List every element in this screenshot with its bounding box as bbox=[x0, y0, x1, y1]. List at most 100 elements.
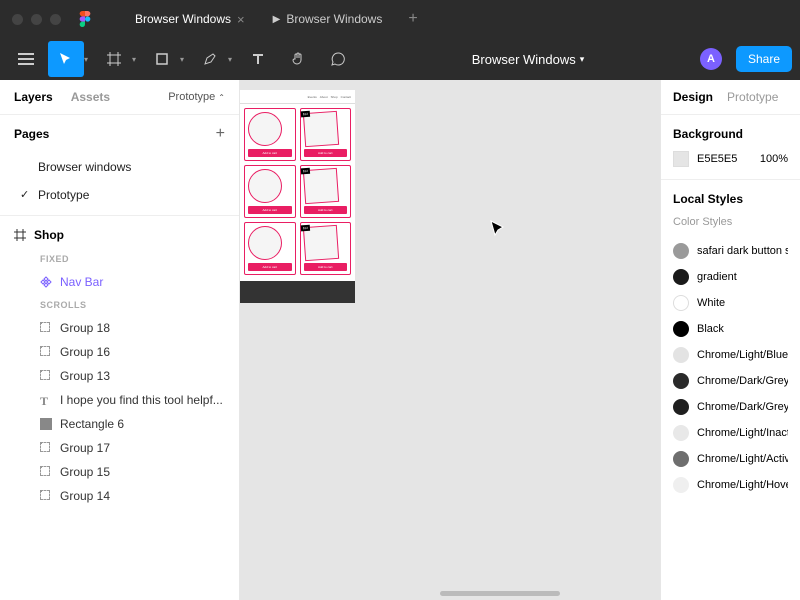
fixed-section-label: FIXED bbox=[0, 248, 239, 270]
add-page-button[interactable]: + bbox=[216, 125, 225, 143]
chevron-down-icon[interactable]: ▾ bbox=[84, 55, 88, 64]
tab-design[interactable]: Design bbox=[673, 90, 713, 104]
comment-tool[interactable] bbox=[320, 41, 356, 77]
right-panel: Design Prototype Background E5E5E5 100% … bbox=[660, 80, 800, 600]
product-card: $12Add to cart bbox=[300, 222, 352, 275]
layer-row[interactable]: Group 14 bbox=[0, 484, 239, 508]
color-style-row[interactable]: gradient bbox=[673, 264, 788, 290]
color-style-row[interactable]: Chrome/Light/Activ bbox=[673, 446, 788, 472]
frame-tool[interactable] bbox=[96, 41, 132, 77]
layer-row[interactable]: Group 16 bbox=[0, 340, 239, 364]
document-tab-preview[interactable]: ▶ Browser Windows bbox=[259, 0, 397, 38]
layer-row[interactable]: Group 13 bbox=[0, 364, 239, 388]
color-style-row[interactable]: Black bbox=[673, 316, 788, 342]
move-tool[interactable] bbox=[48, 41, 84, 77]
product-card: Add to cart bbox=[244, 165, 296, 218]
menu-button[interactable] bbox=[8, 41, 44, 77]
component-icon bbox=[40, 276, 52, 288]
traffic-lights[interactable] bbox=[12, 14, 61, 25]
left-panel: Layers Assets Prototype ⌃ Pages + Browse… bbox=[0, 80, 240, 600]
layer-row[interactable]: Group 15 bbox=[0, 460, 239, 484]
tab-label: Browser Windows bbox=[135, 12, 231, 26]
color-swatch bbox=[673, 243, 689, 259]
close-icon[interactable]: × bbox=[237, 12, 245, 27]
layer-name: I hope you find this tool helpf... bbox=[60, 393, 223, 407]
cursor-icon bbox=[490, 220, 504, 243]
page-item[interactable]: Browser windows bbox=[0, 153, 239, 181]
mock-footer bbox=[240, 281, 355, 303]
local-styles-label: Local Styles bbox=[673, 192, 788, 206]
group-icon bbox=[40, 370, 52, 382]
color-style-row[interactable]: White bbox=[673, 290, 788, 316]
tab-prototype-dropdown[interactable]: Prototype ⌃ bbox=[168, 91, 225, 103]
style-name: Chrome/Dark/Grey2 bbox=[697, 401, 788, 413]
figma-logo-icon bbox=[77, 11, 93, 27]
color-swatch bbox=[673, 269, 689, 285]
color-style-row[interactable]: Chrome/Light/Hove bbox=[673, 472, 788, 498]
pages-header: Pages + bbox=[0, 115, 239, 153]
document-title[interactable]: Browser Windows ▾ bbox=[360, 52, 696, 67]
hand-tool[interactable] bbox=[280, 41, 316, 77]
user-avatar[interactable]: A bbox=[700, 48, 722, 70]
layer-name: Rectangle 6 bbox=[60, 417, 124, 431]
background-section: Background E5E5E5 100% bbox=[661, 115, 800, 180]
color-style-row[interactable]: Chrome/Light/Blue bbox=[673, 342, 788, 368]
style-name: Chrome/Light/Activ bbox=[697, 453, 788, 465]
new-tab-button[interactable]: + bbox=[396, 10, 429, 28]
style-name: White bbox=[697, 297, 725, 309]
layer-component[interactable]: Nav Bar bbox=[0, 270, 239, 294]
divider bbox=[0, 215, 239, 216]
page-item[interactable]: Prototype bbox=[0, 181, 239, 209]
style-name: Chrome/Light/Hove bbox=[697, 479, 788, 491]
layer-name: Group 18 bbox=[60, 321, 110, 335]
color-swatch bbox=[673, 347, 689, 363]
layer-name: Group 16 bbox=[60, 345, 110, 359]
style-name: Chrome/Light/Blue bbox=[697, 349, 788, 361]
product-card: $12Add to cart bbox=[300, 165, 352, 218]
text-tool[interactable] bbox=[240, 41, 276, 77]
right-panel-tabs: Design Prototype bbox=[661, 80, 800, 115]
chevron-down-icon[interactable]: ▾ bbox=[132, 55, 136, 64]
color-style-row[interactable]: Chrome/Dark/Grey2 bbox=[673, 394, 788, 420]
style-name: Chrome/Light/Inact bbox=[697, 427, 788, 439]
layer-row[interactable]: Group 17 bbox=[0, 436, 239, 460]
group-icon bbox=[40, 322, 52, 334]
tab-layers[interactable]: Layers bbox=[14, 90, 53, 104]
tab-prototype[interactable]: Prototype bbox=[727, 90, 778, 104]
tab-assets[interactable]: Assets bbox=[71, 90, 110, 104]
background-swatch[interactable] bbox=[673, 151, 689, 167]
color-swatch bbox=[673, 373, 689, 389]
color-style-row[interactable]: Chrome/Dark/Grey bbox=[673, 368, 788, 394]
shape-tool[interactable] bbox=[144, 41, 180, 77]
color-styles-label: Color Styles bbox=[673, 216, 788, 228]
document-tab[interactable]: Browser Windows × bbox=[121, 0, 259, 38]
layer-row[interactable]: Group 18 bbox=[0, 316, 239, 340]
horizontal-scrollbar[interactable] bbox=[440, 591, 560, 596]
frame-layer[interactable]: Shop bbox=[0, 222, 239, 248]
share-button[interactable]: Share bbox=[736, 46, 792, 72]
background-opacity[interactable]: 100% bbox=[760, 153, 788, 165]
style-name: Chrome/Dark/Grey bbox=[697, 375, 788, 387]
color-swatch bbox=[673, 477, 689, 493]
layer-row[interactable]: T I hope you find this tool helpf... bbox=[0, 388, 239, 412]
window-titlebar: Browser Windows × ▶ Browser Windows + bbox=[0, 0, 800, 38]
canvas[interactable]: EventsAboutShopContact Add to cart$12Add… bbox=[240, 80, 660, 600]
tab-label: Browser Windows bbox=[286, 12, 382, 26]
color-style-row[interactable]: Chrome/Light/Inact bbox=[673, 420, 788, 446]
color-swatch bbox=[673, 425, 689, 441]
background-hex[interactable]: E5E5E5 bbox=[697, 153, 737, 165]
layer-row[interactable]: Rectangle 6 bbox=[0, 412, 239, 436]
product-card: $12Add to cart bbox=[300, 108, 352, 161]
chevron-down-icon: ▾ bbox=[580, 54, 585, 65]
pen-tool[interactable] bbox=[192, 41, 228, 77]
group-icon bbox=[40, 442, 52, 454]
canvas-frame-shop[interactable]: EventsAboutShopContact Add to cart$12Add… bbox=[240, 90, 355, 303]
product-card: Add to cart bbox=[244, 108, 296, 161]
chevron-down-icon[interactable]: ▾ bbox=[180, 55, 184, 64]
style-name: safari dark button s bbox=[697, 245, 788, 257]
text-icon: T bbox=[40, 394, 52, 406]
color-swatch bbox=[673, 399, 689, 415]
layer-name: Group 13 bbox=[60, 369, 110, 383]
color-style-row[interactable]: safari dark button s bbox=[673, 238, 788, 264]
chevron-down-icon[interactable]: ▾ bbox=[228, 55, 232, 64]
